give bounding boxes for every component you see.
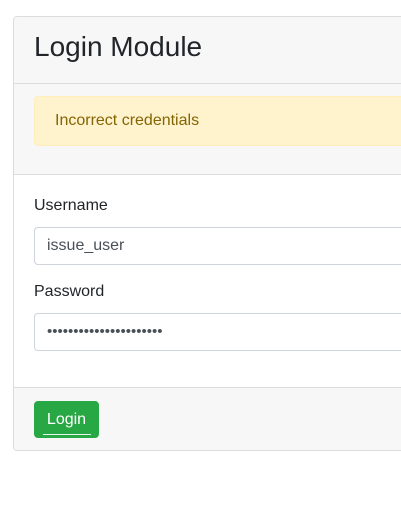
- password-field[interactable]: ••••••••••••••••••••••: [34, 313, 401, 351]
- button-focus-underline: [43, 434, 91, 435]
- login-button[interactable]: Login: [34, 401, 99, 438]
- page-title: Login Module: [34, 31, 203, 62]
- password-label: Password: [34, 283, 105, 300]
- alert-section: Incorrect credentials: [14, 84, 401, 175]
- username-field[interactable]: issue_user: [34, 227, 401, 265]
- login-button-label: Login: [46, 411, 87, 428]
- alert-message: Incorrect credentials: [55, 112, 200, 129]
- error-alert: Incorrect credentials: [34, 96, 401, 146]
- card-footer: Login: [14, 387, 401, 450]
- login-card: Login Module Incorrect credentials Usern…: [13, 16, 401, 451]
- card-header: Login Module: [14, 17, 401, 84]
- username-label: Username: [34, 197, 108, 214]
